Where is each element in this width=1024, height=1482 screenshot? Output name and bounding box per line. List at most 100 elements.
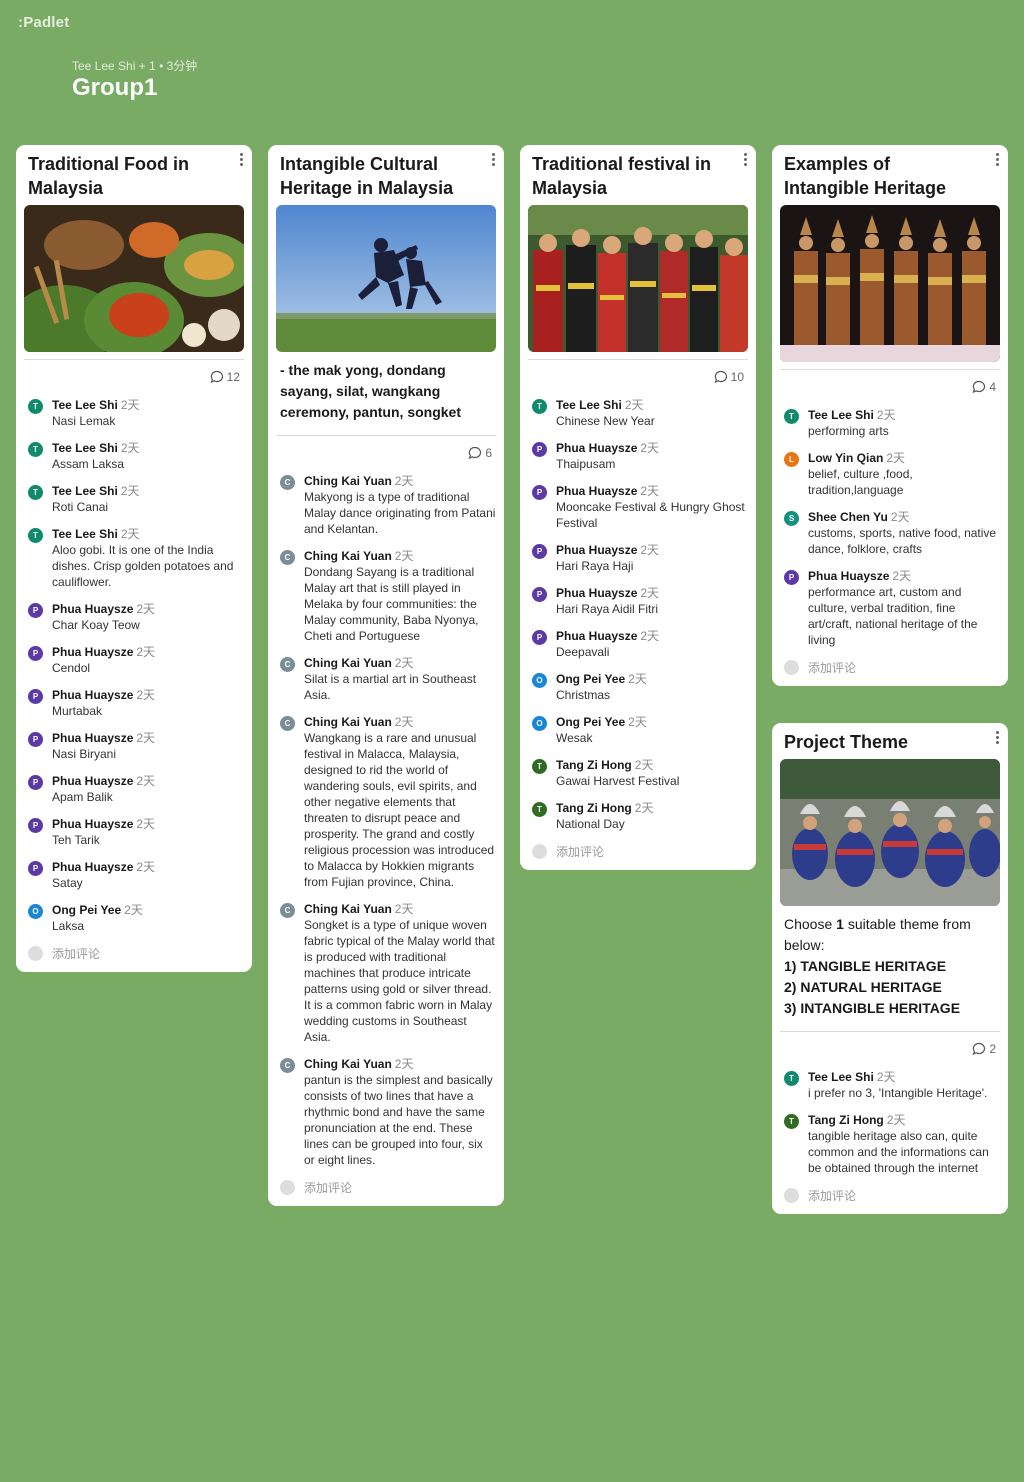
comment-text: Silat is a martial art in Southeast Asia…	[304, 672, 477, 702]
comment-item[interactable]: P Phua Huaysze 2天 Hari Raya Haji	[528, 542, 748, 574]
post-card-traditional-food[interactable]: Traditional Food in Malaysia 12 T Tee Lee…	[16, 145, 252, 972]
comment-item[interactable]: C Ching Kai Yuan 2天 Silat is a martial art …	[276, 655, 496, 703]
more-options-icon[interactable]	[240, 153, 244, 167]
post-card-traditional-festival[interactable]: Traditional festival in Malaysia 10 T Te…	[520, 145, 756, 870]
comment-item[interactable]: T Tang Zi Hong 2天 Gawai Harvest Festival	[528, 757, 748, 789]
comment-item[interactable]: T Tee Lee Shi 2天 Nasi Lemak	[24, 397, 244, 429]
comment-time: 2天	[624, 398, 644, 412]
comment-item[interactable]: P Phua Huaysze 2天 Satay	[24, 859, 244, 891]
comment-item[interactable]: C Ching Kai Yuan 2天 Dondang Sayang is a tra…	[276, 548, 496, 644]
avatar: C	[280, 716, 295, 731]
comment-item[interactable]: T Tang Zi Hong 2天 National Day	[528, 800, 748, 832]
comment-time: 2天	[892, 569, 912, 583]
more-options-icon[interactable]	[996, 731, 1000, 745]
comment-count[interactable]: 10	[528, 368, 748, 386]
comment-item[interactable]: T Tee Lee Shi 2天 Roti Canai	[24, 483, 244, 515]
comment-item[interactable]: T Tang Zi Hong 2天 tangible heritage also ca…	[780, 1112, 1000, 1176]
parade-photo[interactable]	[780, 759, 1000, 906]
comment-item[interactable]: S Shee Chen Yu 2天 customs, sports, native f…	[780, 509, 1000, 557]
comment-item[interactable]: C Ching Kai Yuan 2天 Songket is a type of un…	[276, 901, 496, 1045]
comment-author: Ching Kai Yuan	[304, 474, 392, 488]
padlet-logo[interactable]: :Padlet	[18, 14, 69, 31]
comment-item[interactable]: L Low Yin Qian 2天 belief, culture ,food, tr…	[780, 450, 1000, 498]
comment-item[interactable]: P Phua Huaysze 2天 Apam Balik	[24, 773, 244, 805]
comment-time: 2天	[394, 656, 414, 670]
comment-author: Low Yin Qian	[808, 451, 884, 465]
comment-item[interactable]: P Phua Huaysze 2天 Mooncake Festival & Hungr…	[528, 483, 748, 531]
comment-text: Chinese New Year	[556, 414, 655, 428]
comment-item[interactable]: T Tee Lee Shi 2天 Chinese New Year	[528, 397, 748, 429]
comment-text: Cendol	[52, 661, 91, 675]
comment-time: 2天	[136, 602, 156, 616]
comment-author: Phua Huaysze	[556, 543, 638, 557]
avatar: P	[28, 732, 43, 747]
comment-text: National Day	[556, 817, 625, 831]
avatar: T	[532, 759, 547, 774]
post-title: Examples of Intangible Heritage	[784, 154, 947, 198]
add-comment-button[interactable]: 添加评论	[528, 844, 748, 860]
add-comment-button[interactable]: 添加评论	[780, 660, 1000, 676]
comment-text: Gawai Harvest Festival	[556, 774, 680, 788]
food-photo[interactable]	[24, 205, 244, 352]
comment-item[interactable]: T Tee Lee Shi 2天 i prefer no 3, 'Intangible…	[780, 1069, 1000, 1101]
avatar: S	[784, 511, 799, 526]
comment-time: 2天	[886, 451, 906, 465]
comment-item[interactable]: P Phua Huaysze 2天 Nasi Biryani	[24, 730, 244, 762]
comment-text: Char Koay Teow	[52, 618, 140, 632]
comment-author: Tee Lee Shi	[808, 1070, 874, 1084]
comment-item[interactable]: O Ong Pei Yee 2天 Wesak	[528, 714, 748, 746]
comment-item[interactable]: P Phua Huaysze 2天 performance art, custom a…	[780, 568, 1000, 648]
comment-time: 2天	[876, 408, 896, 422]
add-comment-button[interactable]: 添加评论	[24, 946, 244, 962]
add-comment-button[interactable]: 添加评论	[780, 1188, 1000, 1204]
comment-author: Phua Huaysze	[556, 629, 638, 643]
comment-text: Hari Raya Haji	[556, 559, 634, 573]
comment-icon	[972, 1042, 986, 1056]
comment-author: Tee Lee Shi	[52, 398, 118, 412]
comment-text: Nasi Lemak	[52, 414, 116, 428]
comment-item[interactable]: C Ching Kai Yuan 2天 Wangkang is a rare and …	[276, 714, 496, 890]
comment-item[interactable]: P Phua Huaysze 2天 Thaipusam	[528, 440, 748, 472]
comment-item[interactable]: P Phua Huaysze 2天 Cendol	[24, 644, 244, 676]
comment-item[interactable]: P Phua Huaysze 2天 Char Koay Teow	[24, 601, 244, 633]
add-comment-button[interactable]: 添加评论	[276, 1180, 496, 1196]
comment-time: 2天	[394, 715, 414, 729]
comment-author: Tee Lee Shi	[52, 484, 118, 498]
comment-text: Nasi Biryani	[52, 747, 117, 761]
more-options-icon[interactable]	[996, 153, 1000, 167]
post-card-project-theme[interactable]: Project Theme Choose 1 suitable theme fr…	[772, 723, 1008, 1214]
avatar: P	[28, 689, 43, 704]
festival-photo[interactable]	[528, 205, 748, 352]
comment-count[interactable]: 12	[24, 368, 244, 386]
comment-item[interactable]: C Ching Kai Yuan 2天 Makyong is a type of tr…	[276, 473, 496, 537]
comment-item[interactable]: T Tee Lee Shi 2天 performing arts	[780, 407, 1000, 439]
avatar: O	[532, 716, 547, 731]
avatar: P	[28, 818, 43, 833]
comment-item[interactable]: P Phua Huaysze 2天 Deepavali	[528, 628, 748, 660]
comment-item[interactable]: T Tee Lee Shi 2天 Aloo gobi. It is one of th…	[24, 526, 244, 590]
more-options-icon[interactable]	[492, 153, 496, 167]
post-card-intangible-cultural-heritage[interactable]: Intangible Cultural Heritage in Malaysia…	[268, 145, 504, 1206]
comment-time: 2天	[628, 715, 647, 729]
dancers-photo[interactable]	[780, 205, 1000, 362]
comment-item[interactable]: T Tee Lee Shi 2天 Assam Laksa	[24, 440, 244, 472]
comment-author: Phua Huaysze	[556, 484, 638, 498]
comment-time: 2天	[136, 688, 156, 702]
post-title: Intangible Cultural Heritage in Malaysia	[280, 154, 454, 198]
post-card-examples-intangible-heritage[interactable]: Examples of Intangible Heritage 4 T Tee …	[772, 145, 1008, 686]
comment-text: Thaipusam	[556, 457, 616, 471]
comment-count[interactable]: 6	[276, 444, 496, 462]
comment-item[interactable]: O Ong Pei Yee 2天 Laksa	[24, 902, 244, 934]
comment-author: Phua Huaysze	[52, 602, 134, 616]
comment-count[interactable]: 4	[780, 378, 1000, 396]
comment-item[interactable]: P Phua Huaysze 2天 Hari Raya Aidil Fitri	[528, 585, 748, 617]
silat-photo[interactable]	[276, 205, 496, 352]
comment-item[interactable]: C Ching Kai Yuan 2天 pantun is the simplest …	[276, 1056, 496, 1168]
comment-item[interactable]: P Phua Huaysze 2天 Teh Tarik	[24, 816, 244, 848]
more-options-icon[interactable]	[744, 153, 748, 167]
comment-item[interactable]: P Phua Huaysze 2天 Murtabak	[24, 687, 244, 719]
comment-count[interactable]: 2	[780, 1040, 1000, 1058]
avatar: T	[784, 1071, 799, 1086]
avatar: O	[28, 904, 43, 919]
comment-item[interactable]: O Ong Pei Yee 2天 Christmas	[528, 671, 748, 703]
